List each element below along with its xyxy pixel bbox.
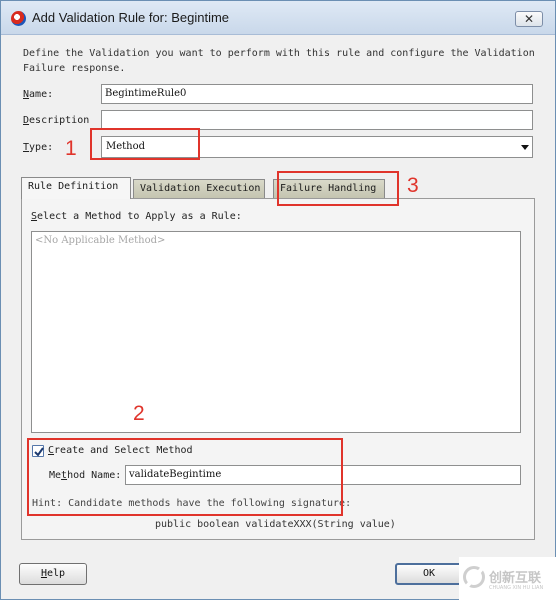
dropdown-arrow-icon[interactable]	[521, 145, 529, 150]
annotation-box-1	[90, 128, 200, 160]
watermark-logo: 创新互联 CHUANG XIN HU LIAN	[459, 557, 556, 601]
watermark-subtext: CHUANG XIN HU LIAN	[489, 585, 544, 591]
select-method-label: Select a Method to Apply as a Rule:	[31, 211, 242, 222]
dialog-description: Define the Validation you want to perfor…	[23, 48, 535, 74]
oracle-app-icon	[11, 11, 26, 26]
method-list-empty-text: <No Applicable Method>	[35, 235, 166, 246]
help-button[interactable]: Help	[19, 563, 87, 585]
tab-validation-execution[interactable]: Validation Execution	[133, 179, 265, 198]
close-button[interactable]: ✕	[515, 11, 543, 27]
annotation-box-3	[277, 171, 399, 206]
tab-rule-definition[interactable]: Rule Definition	[21, 177, 131, 199]
type-label: Type:	[23, 142, 54, 153]
title-bar[interactable]: Add Validation Rule for: Begintime ✕	[1, 1, 555, 35]
method-signature: public boolean validateXXX(String value)	[155, 519, 396, 530]
name-label: Name:	[23, 89, 54, 100]
method-list[interactable]: <No Applicable Method>	[31, 231, 521, 433]
annotation-number-2: 2	[133, 402, 145, 425]
dialog-window: Add Validation Rule for: Begintime ✕ Def…	[0, 0, 556, 601]
ok-button[interactable]: OK	[395, 563, 463, 585]
annotation-number-3: 3	[407, 174, 419, 197]
description-label: Description	[23, 115, 90, 126]
watermark-text: 创新互联	[489, 571, 542, 586]
description-field[interactable]	[101, 110, 533, 130]
annotation-number-1: 1	[65, 137, 77, 160]
watermark-icon	[463, 566, 485, 588]
annotation-box-2	[27, 438, 343, 516]
dialog-title: Add Validation Rule for: Begintime	[32, 10, 230, 25]
name-field[interactable]: BegintimeRule0	[101, 84, 533, 104]
